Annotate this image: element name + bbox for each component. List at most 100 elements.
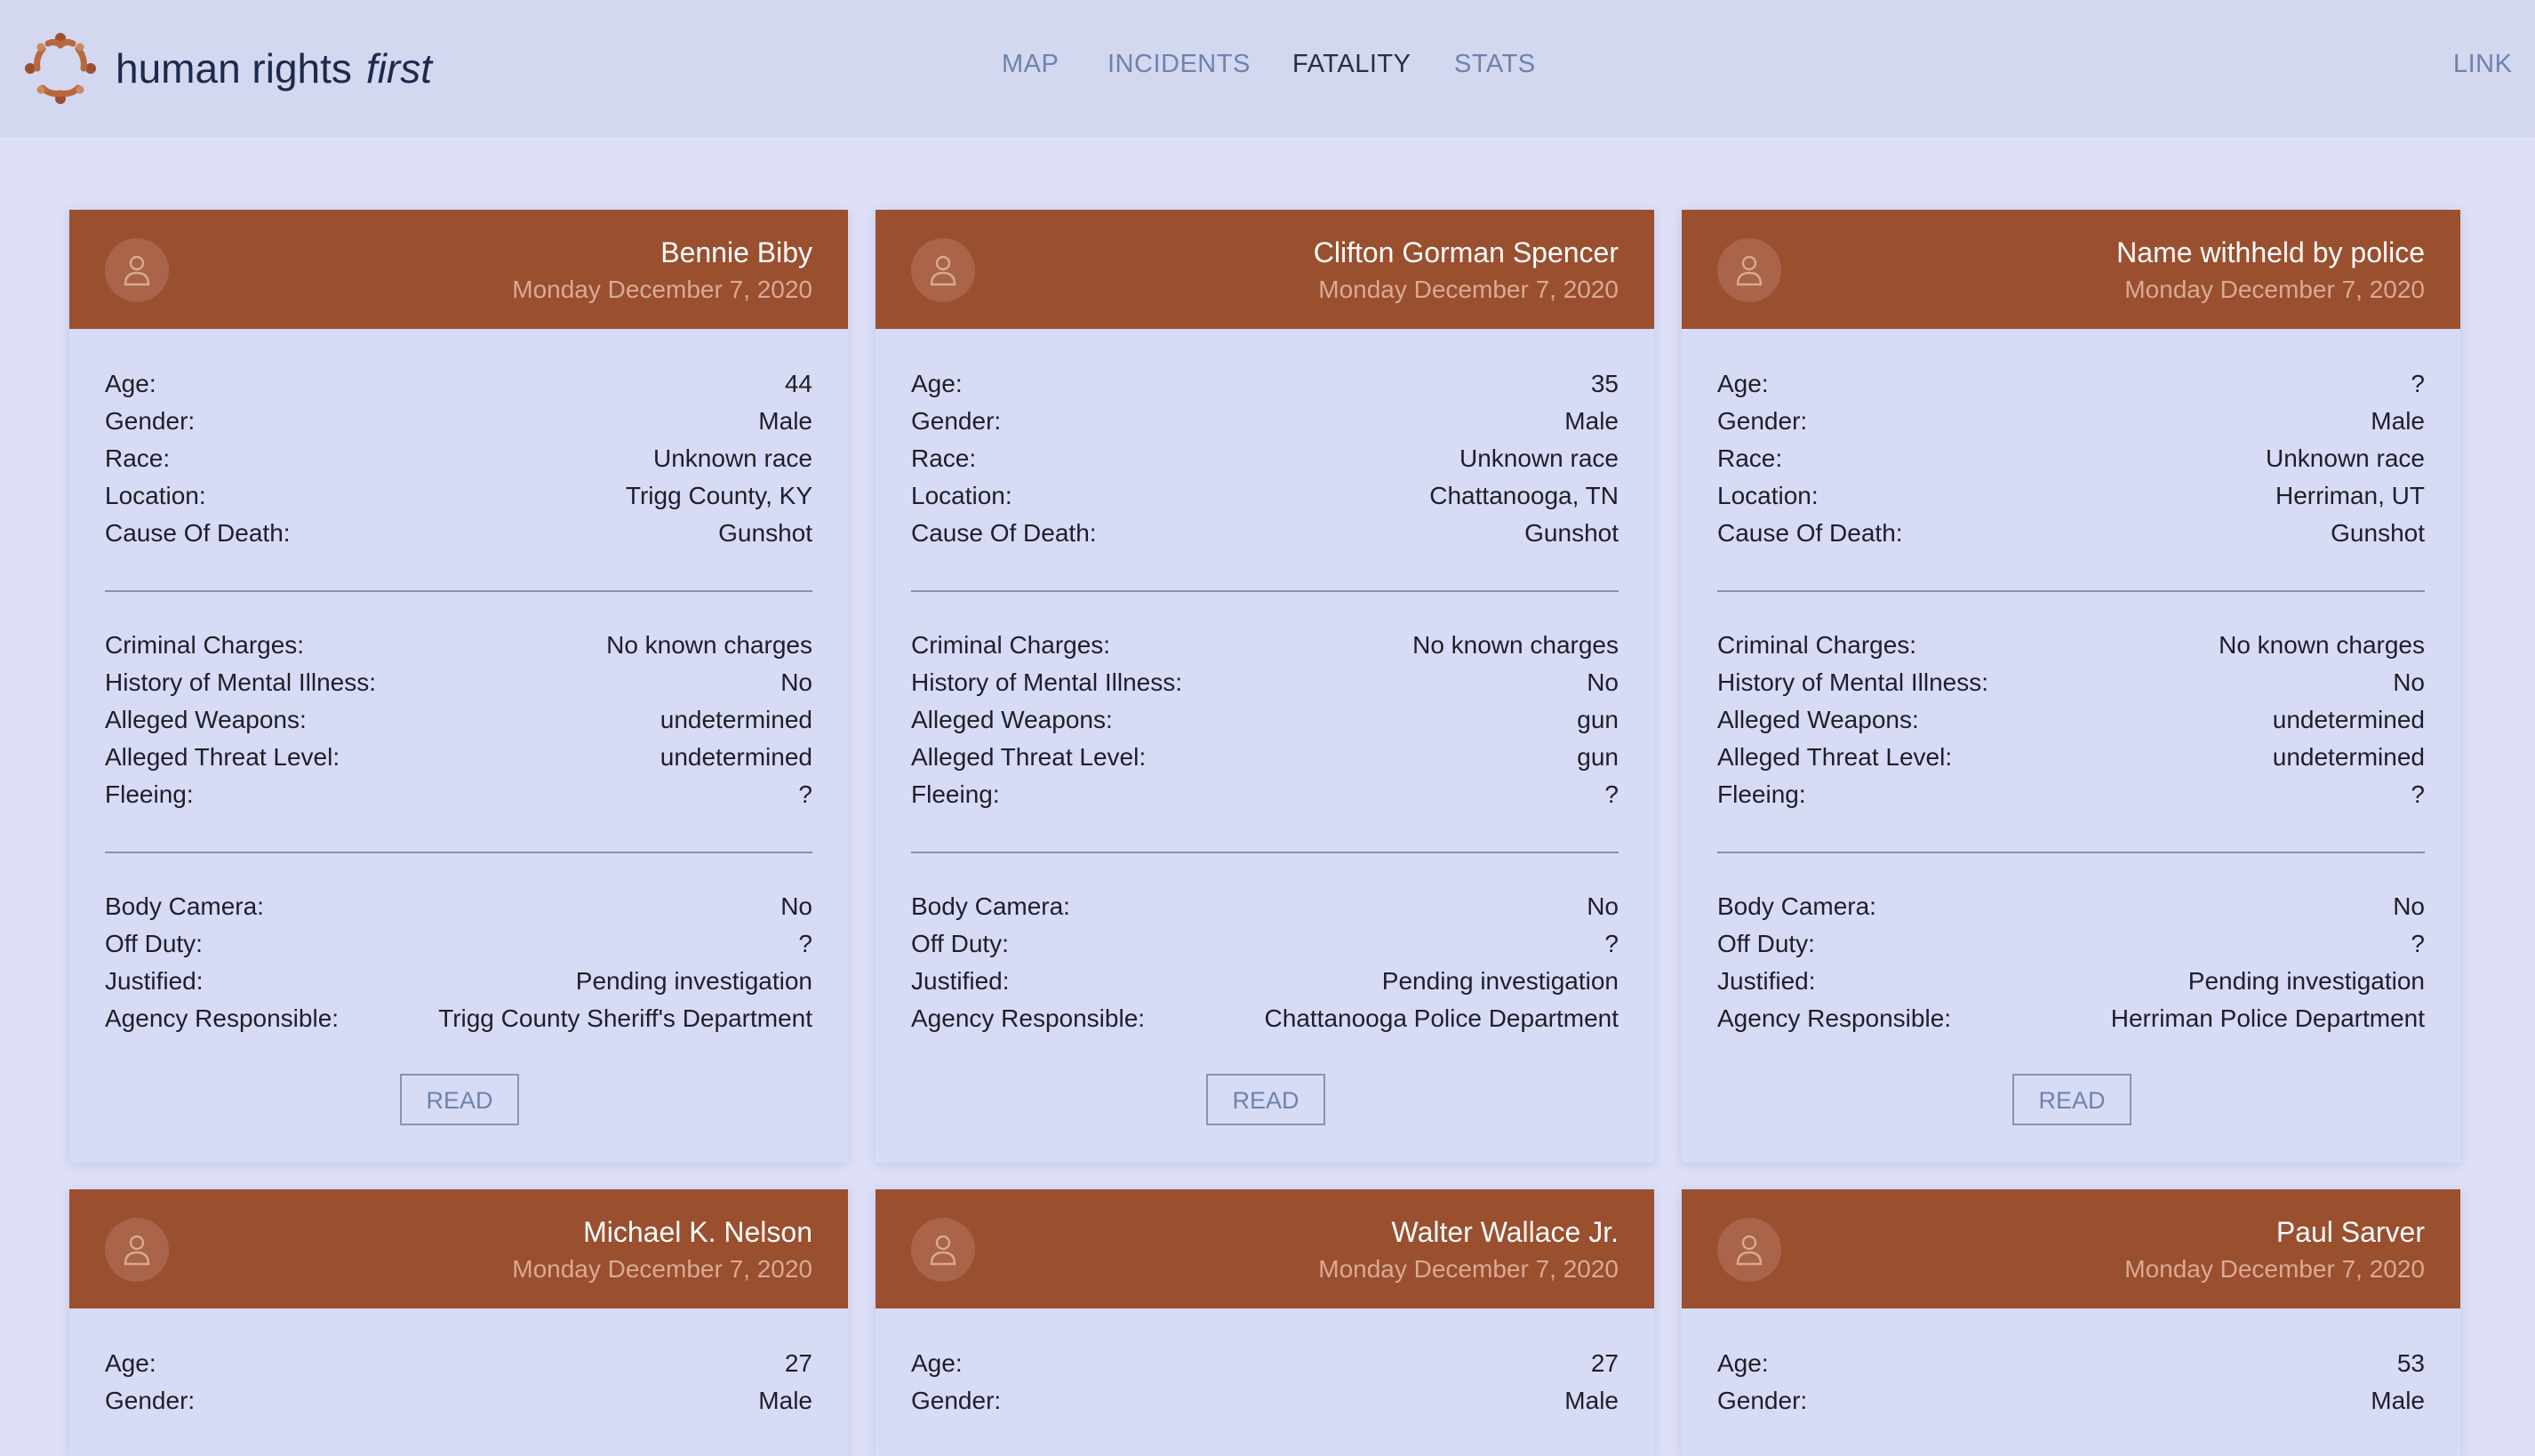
field-label: Age: [911,1349,963,1377]
field-label: Location: [911,482,1012,509]
field-label: Agency Responsible: [105,1004,340,1032]
fatality-card: Clifton Gorman Spencer Monday December 7,… [876,210,1654,1163]
section-divider [911,590,1619,592]
field-value: Male [2371,1387,2425,1414]
field-label: Alleged Weapons: [105,706,307,733]
field-threat: Alleged Threat Level: gun [911,743,1619,780]
field-agency: Agency Responsible: Herriman Police Depar… [1717,1004,2425,1042]
card-header: Name withheld by police Monday December 7… [1682,210,2460,329]
field-label: Body Camera: [911,892,1070,920]
field-location: Location: Trigg County, KY [105,482,812,519]
field-value: undetermined [2272,743,2425,771]
card-header: Michael K. Nelson Monday December 7, 2020 [69,1189,848,1308]
field-offduty: Off Duty:? [911,930,1619,967]
field-label: Criminal Charges: [105,631,305,659]
field-value: No [1587,668,1619,696]
field-weapons: Alleged Weapons: undetermined [105,706,812,743]
fatality-card: Walter Wallace Jr. Monday December 7, 202… [876,1189,1654,1456]
victim-name: Michael K. Nelson [583,1216,812,1248]
field-label: Age: [105,1349,156,1377]
field-cause: Cause Of Death: Gunshot [105,519,812,556]
field-value: No [780,892,812,920]
read-button[interactable]: READ [1206,1074,1325,1125]
field-weapons: Alleged Weapons: gun [911,706,1619,743]
field-label: Race: [1717,444,1783,472]
field-value: Male [1564,407,1619,435]
field-value: Gunshot [718,519,812,547]
fatality-card: Bennie Biby Monday December 7, 2020 Age: 44… [69,210,848,1163]
main-nav: MAP INCIDENTS FATALITY STATS LINK [0,50,2535,89]
field-charges: Criminal Charges: No known charges [1717,631,2425,668]
field-value: 27 [784,1349,812,1377]
field-value: ? [2411,370,2425,397]
incident-date: Monday December 7, 2020 [1318,276,1619,303]
field-justified: Justified: Pending investigation [1717,967,2425,1004]
field-age: Age: 27 [105,1349,812,1387]
field-label: Race: [911,444,977,472]
field-label: History of Mental Illness: [1717,668,1988,696]
field-value: Gunshot [1524,519,1619,547]
card-header: Bennie Biby Monday December 7, 2020 [69,210,848,329]
field-label: Location: [105,482,206,509]
section-divider [105,590,812,592]
fatality-card: Michael K. Nelson Monday December 7, 2020… [69,1189,848,1456]
victim-name: Bennie Biby [660,236,812,268]
field-label: Age: [1717,370,1769,397]
field-label: Age: [1717,1349,1769,1377]
field-label: Criminal Charges: [911,631,1111,659]
incident-date: Monday December 7, 2020 [512,1255,812,1283]
field-value: undetermined [660,706,812,733]
incident-date: Monday December 7, 2020 [1318,1255,1619,1283]
field-fleeing: Fleeing:? [1717,780,2425,818]
nav-link[interactable]: LINK [2453,50,2512,79]
read-button[interactable]: READ [400,1074,519,1125]
field-camera: Body Camera: No [105,892,812,930]
nav-incidents[interactable]: INCIDENTS [1108,50,1251,79]
field-value: Unknown race [1459,444,1619,472]
incident-date: Monday December 7, 2020 [512,276,812,303]
field-gender: Gender: Male [911,407,1619,444]
avatar [105,238,169,302]
field-label: Race: [105,444,171,472]
field-mental: History of Mental Illness: No [911,668,1619,706]
field-label: Body Camera: [1717,892,1876,920]
field-value: No [2393,892,2425,920]
field-cause: Cause Of Death: Gunshot [911,519,1619,556]
field-label: Justified: [1717,967,1816,995]
field-age: Age: 27 [911,1349,1619,1387]
field-value: Trigg County, KY [625,482,812,509]
field-value: ? [2411,780,2425,808]
field-label: Criminal Charges: [1717,631,1917,659]
field-label: Fleeing: [105,780,194,808]
field-value: gun [1577,743,1619,771]
field-value: ? [798,780,812,808]
nav-fatality[interactable]: FATALITY [1292,50,1411,79]
field-gender: Gender: Male [105,1387,812,1424]
nav-map[interactable]: MAP [1002,50,1059,79]
nav-stats[interactable]: STATS [1454,50,1536,79]
victim-name: Clifton Gorman Spencer [1313,236,1619,268]
field-value: ? [2411,930,2425,957]
field-camera: Body Camera: No [911,892,1619,930]
victim-name: Walter Wallace Jr. [1391,1216,1619,1248]
field-value: gun [1577,706,1619,733]
avatar [1717,1218,1781,1282]
field-label: Justified: [105,967,204,995]
field-gender: Gender: Male [1717,1387,2425,1424]
field-charges: Criminal Charges: No known charges [105,631,812,668]
field-value: ? [1604,780,1619,808]
field-cause: Cause Of Death: Gunshot [1717,519,2425,556]
field-value: Male [758,407,812,435]
field-value: 44 [784,370,812,397]
field-value: undetermined [660,743,812,771]
field-label: Gender: [1717,407,1808,435]
field-race: Race: Unknown race [1717,444,2425,482]
field-agency: Agency Responsible: Chattanooga Police De… [911,1004,1619,1042]
field-label: Alleged Threat Level: [911,743,1147,771]
field-gender: Gender: Male [105,407,812,444]
field-offduty: Off Duty:? [1717,930,2425,967]
avatar [911,1218,975,1282]
field-label: Gender: [105,407,196,435]
field-age: Age:? [1717,370,2425,407]
read-button[interactable]: READ [2012,1074,2131,1125]
